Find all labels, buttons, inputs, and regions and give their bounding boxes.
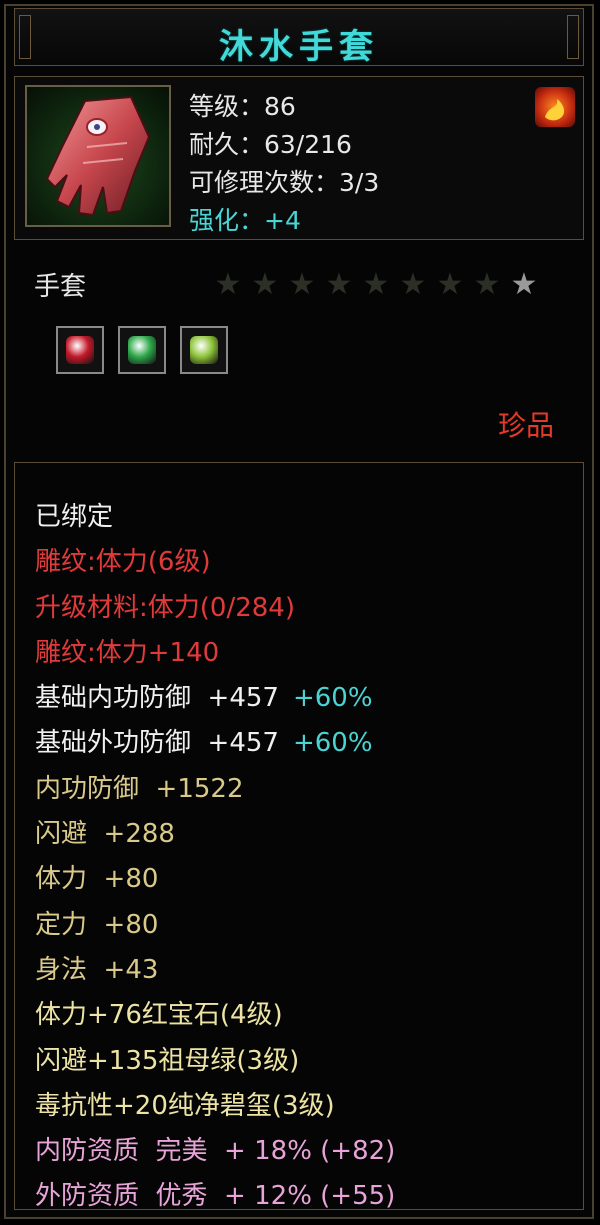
star-icon: ★ <box>214 267 242 302</box>
stat-text: 升级材料:体力(0/284) <box>35 592 295 623</box>
durability-line: 耐久：63/216 <box>189 130 352 159</box>
stat-text: 已绑定 <box>35 502 114 532</box>
stat-text: 雕纹:体力(6级) <box>35 547 211 578</box>
stat-line: 基础内功防御 +457 +60% <box>35 676 395 721</box>
jade-gem-icon <box>190 336 218 364</box>
stat-text: 体力 +80 <box>35 864 159 895</box>
stats-panel: 已绑定雕纹:体力(6级) 升级材料:体力(0/284) 雕纹:体力+140 基础内功防… <box>14 462 584 1211</box>
level-line: 等级：86 <box>189 92 296 121</box>
socketed-gems <box>56 326 228 374</box>
star-icon: ★ <box>325 267 353 302</box>
stat-text: 体力+76红宝石(4级) <box>35 1000 283 1031</box>
stat-line: 体力+76红宝石(4级) <box>35 993 395 1038</box>
stat-text: 内功防御 +1522 <box>35 773 244 804</box>
stat-text: 身法 +43 <box>35 954 159 985</box>
star-icon: ★ <box>251 267 279 302</box>
stat-line: 毒抗性+20纯净碧玺(3级) <box>35 1084 395 1129</box>
item-name: 沐水手套 <box>219 27 379 67</box>
stat-text: 定力 +80 <box>35 909 159 940</box>
rarity-label: 珍品 <box>497 409 554 442</box>
stat-line: 身法 +43 <box>35 948 395 993</box>
gem-slot[interactable] <box>56 326 104 374</box>
stat-line: 闪避+135祖母绿(3级) <box>35 1039 395 1084</box>
ruby-gem-icon <box>66 336 94 364</box>
stat-bonus: +60% <box>292 728 373 759</box>
star-rating: ★ ★ ★ ★ ★ ★ ★ ★ ★ <box>210 268 542 302</box>
star-icon: ★ <box>362 267 390 302</box>
star-icon: ★ <box>399 267 427 302</box>
stat-line: 雕纹:体力(6级) <box>35 540 395 585</box>
stat-line: 外防资质 优秀 + 12% (+55) <box>35 1174 395 1219</box>
stat-line: 闪避 +288 <box>35 812 395 857</box>
stat-text: 雕纹:体力+140 <box>35 637 220 668</box>
stat-text: 内防资质 完美 + 18% (+82) <box>35 1136 396 1167</box>
item-info-panel: 等级：86 耐久：63/216 可修理次数：3/3 强化：+4 <box>14 76 584 240</box>
stat-line: 内功防御 +1522 <box>35 767 395 812</box>
stat-line: 基础外功防御 +457 +60% <box>35 721 395 766</box>
stat-list: 已绑定雕纹:体力(6级) 升级材料:体力(0/284) 雕纹:体力+140 基础内功防… <box>35 495 395 1220</box>
stat-line: 内防资质 完美 + 18% (+82) <box>35 1129 395 1174</box>
star-icon: ★ <box>510 267 538 302</box>
item-icon-slot[interactable] <box>25 85 171 227</box>
emerald-gem-icon <box>128 336 156 364</box>
gem-slot[interactable] <box>180 326 228 374</box>
stat-line: 升级材料:体力(0/284) <box>35 586 395 631</box>
stat-text: 基础外功防御 +457 <box>35 728 279 759</box>
star-icon: ★ <box>473 267 501 302</box>
stat-text: 闪避 +288 <box>35 819 175 850</box>
star-icon: ★ <box>436 267 464 302</box>
stat-text: 外防资质 优秀 + 12% (+55) <box>35 1181 396 1212</box>
repair-count-line: 可修理次数：3/3 <box>189 168 380 197</box>
stat-text: 基础内功防御 +457 <box>35 683 279 714</box>
title-bar: 沐水手套 <box>14 8 584 67</box>
stat-line: 体力 +80 <box>35 857 395 902</box>
stat-line: 定力 +80 <box>35 903 395 948</box>
stat-text: 闪避+135祖母绿(3级) <box>35 1045 300 1076</box>
flame-emblem-icon <box>535 87 575 127</box>
gem-slot[interactable] <box>118 326 166 374</box>
stat-line: 已绑定 <box>35 495 395 540</box>
star-icon: ★ <box>288 267 316 302</box>
stat-bonus: +60% <box>292 683 373 714</box>
stat-text: 毒抗性+20纯净碧玺(3级) <box>35 1090 335 1121</box>
glove-icon <box>45 95 151 217</box>
enhance-line: 强化：+4 <box>189 206 301 235</box>
item-type: 手套 <box>34 272 87 302</box>
stat-line: 雕纹:体力+140 <box>35 631 395 676</box>
